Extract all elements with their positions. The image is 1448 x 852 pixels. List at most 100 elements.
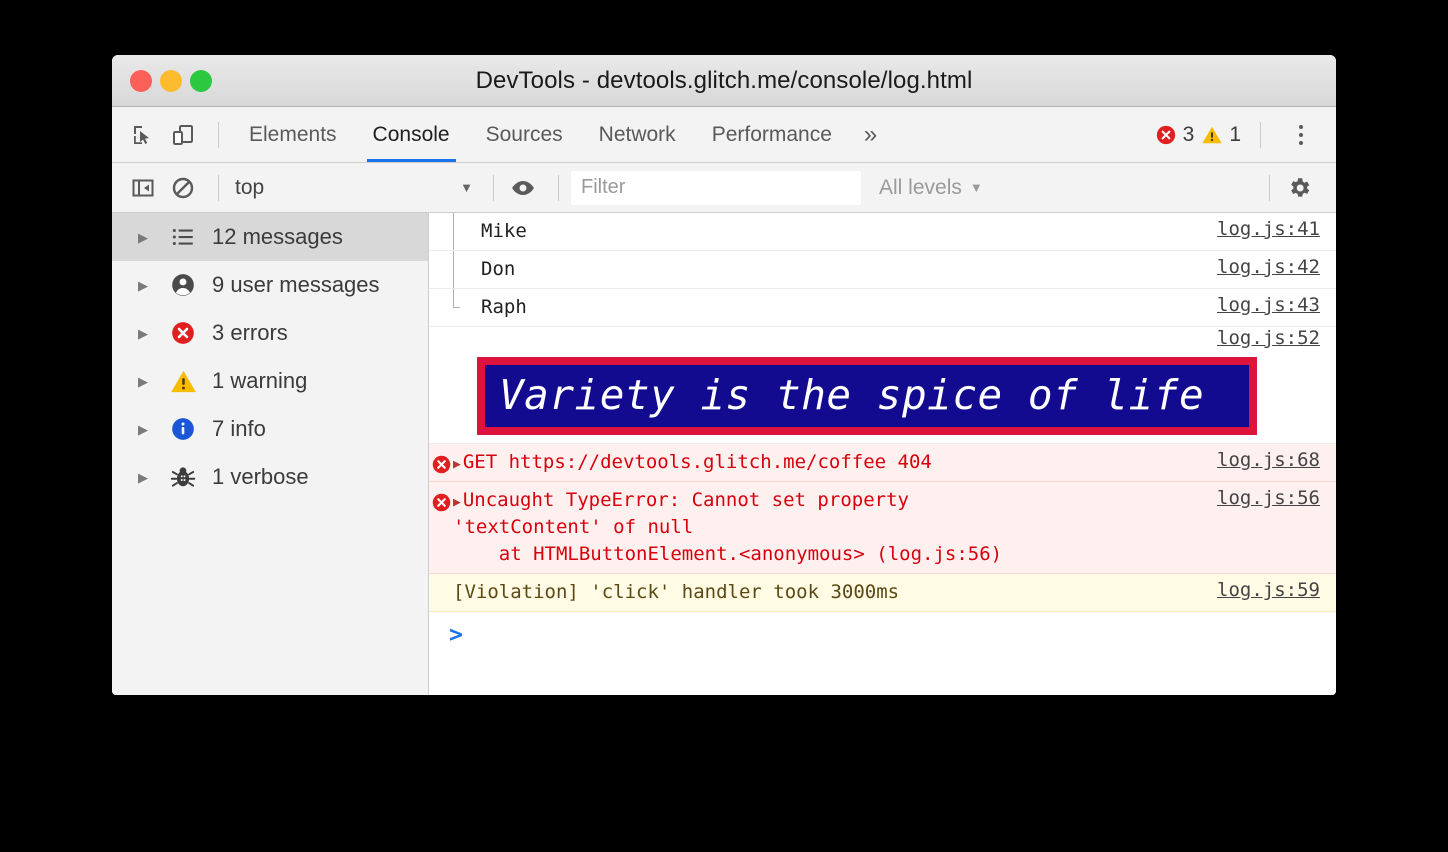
tab-sources[interactable]: Sources: [468, 107, 581, 162]
source-link[interactable]: log.js:42: [1203, 256, 1336, 278]
chevron-right-icon[interactable]: ▶: [138, 327, 156, 340]
prompt-chevron-icon: >: [449, 622, 463, 649]
status-code: 404: [886, 451, 932, 474]
window-title: DevTools - devtools.glitch.me/console/lo…: [475, 66, 973, 94]
devtools-window: DevTools - devtools.glitch.me/console/lo…: [112, 55, 1336, 695]
execution-context-dropdown[interactable]: top ▼: [231, 173, 481, 203]
minimize-window-button[interactable]: [160, 69, 182, 92]
sidebar-item-info[interactable]: ▶ 7 info: [112, 405, 428, 453]
stack-source-link[interactable]: log.js:56: [888, 543, 991, 565]
error-icon: [168, 318, 198, 348]
source-link[interactable]: log.js:56: [1203, 487, 1336, 509]
tab-elements[interactable]: Elements: [231, 107, 355, 162]
row-gutter: [429, 449, 453, 475]
console-settings-group: [1257, 171, 1322, 205]
console-toolbar: top ▼ All levels ▼: [112, 163, 1336, 213]
console-row-log[interactable]: Mike log.js:41: [429, 213, 1336, 251]
chevron-right-icon[interactable]: ▶: [138, 279, 156, 292]
warning-counter[interactable]: 1: [1201, 123, 1241, 147]
filter-input[interactable]: [571, 170, 861, 205]
error-line-1: Uncaught TypeError: Cannot set property: [462, 489, 909, 512]
console-message-text: [Violation] 'click' handler took 3000ms: [453, 581, 900, 604]
window-titlebar: DevTools - devtools.glitch.me/console/lo…: [112, 55, 1336, 107]
row-gutter: [429, 487, 453, 513]
styled-banner: Variety is the spice of life: [477, 357, 1257, 436]
chevron-right-icon[interactable]: ▶: [138, 471, 156, 484]
chevron-right-icon[interactable]: ▶: [138, 231, 156, 244]
warning-icon: [1202, 126, 1222, 143]
console-row-uncaught-error[interactable]: ▶ Uncaught TypeError: Cannot set property…: [429, 482, 1336, 575]
console-row-violation-warning[interactable]: [Violation] 'click' handler took 3000ms …: [429, 574, 1336, 613]
sidebar-toggle-icon[interactable]: [126, 171, 160, 205]
chevron-right-icon[interactable]: ▶: [138, 423, 156, 436]
clear-console-icon[interactable]: [166, 171, 200, 205]
source-link[interactable]: log.js:43: [1203, 294, 1336, 316]
console-toolbar-divider-1: [218, 174, 219, 201]
sidebar-item-label: 12 messages: [212, 224, 343, 249]
group-indent-line: [453, 251, 454, 288]
log-level-dropdown[interactable]: All levels ▼: [879, 176, 983, 200]
console-row-log[interactable]: Raph log.js:43: [429, 289, 1336, 327]
chevron-down-icon: ▼: [460, 180, 473, 195]
console-row-network-error[interactable]: ▶ GET https://devtools.glitch.me/coffee 4…: [429, 444, 1336, 483]
counters-divider: [1260, 121, 1261, 148]
list-icon: [168, 222, 198, 252]
console-message-text: ▶ GET https://devtools.glitch.me/coffee 4…: [453, 449, 1203, 476]
close-window-button[interactable]: [130, 69, 152, 92]
console-message-text: Mike: [481, 220, 527, 242]
live-expression-eye-icon[interactable]: [506, 171, 540, 205]
inspect-element-icon[interactable]: [126, 118, 160, 152]
source-link[interactable]: log.js:68: [1203, 449, 1336, 471]
error-counter[interactable]: 3: [1155, 123, 1194, 147]
window-controls: [130, 69, 212, 92]
request-method: GET: [462, 451, 509, 474]
row-gutter: [429, 294, 453, 297]
sidebar-item-user-messages[interactable]: ▶ 9 user messages: [112, 261, 428, 309]
bug-icon: [168, 462, 198, 492]
toolbar-divider: [218, 121, 219, 148]
console-row-log[interactable]: Don log.js:42: [429, 251, 1336, 289]
request-url-link[interactable]: https://devtools.glitch.me/coffee: [509, 451, 887, 473]
sidebar-item-label: 7 info: [212, 416, 266, 441]
chevron-down-icon: ▼: [969, 180, 983, 195]
devtools-tabbar: Elements Console Sources Network Perform…: [112, 107, 1336, 163]
expand-arrow-icon[interactable]: ▶: [453, 495, 461, 510]
kebab-menu-icon[interactable]: [1284, 118, 1318, 152]
group-indent-line-end: [453, 289, 460, 308]
tab-performance[interactable]: Performance: [694, 107, 850, 162]
execution-context-value: top: [235, 175, 265, 199]
log-level-value: All levels: [879, 175, 962, 199]
error-icon: [1156, 125, 1175, 144]
sidebar-item-verbose[interactable]: ▶ 1 verbose: [112, 453, 428, 501]
maximize-window-button[interactable]: [190, 69, 212, 92]
console-message-list[interactable]: Mike log.js:41 Don log.js:42 Raph log.js…: [429, 213, 1336, 695]
row-gutter: [429, 256, 453, 259]
chevron-right-icon[interactable]: ▶: [138, 375, 156, 388]
expand-arrow-icon[interactable]: ▶: [453, 457, 461, 472]
console-body: ▶ 12 messages ▶ 9 user messages ▶ 3 erro…: [112, 213, 1336, 695]
console-prompt[interactable]: >: [429, 612, 1336, 683]
row-gutter: [429, 579, 453, 582]
gear-icon[interactable]: [1282, 171, 1316, 205]
source-link[interactable]: log.js:52: [1203, 327, 1336, 349]
device-toolbar-icon[interactable]: [166, 118, 200, 152]
error-icon: [432, 494, 450, 512]
styled-banner-text: Variety is the spice of life: [485, 365, 1249, 428]
console-row-styled-banner[interactable]: log.js:52 Variety is the spice of life: [429, 327, 1336, 445]
tab-network[interactable]: Network: [581, 107, 694, 162]
info-icon: [168, 414, 198, 444]
sidebar-item-messages[interactable]: ▶ 12 messages: [112, 213, 428, 261]
issue-counters: 3 1: [1155, 118, 1322, 152]
console-sidebar: ▶ 12 messages ▶ 9 user messages ▶ 3 erro…: [112, 213, 429, 695]
sidebar-item-label: 1 verbose: [212, 464, 309, 489]
tab-console[interactable]: Console: [355, 107, 468, 162]
more-tabs-icon[interactable]: »: [850, 107, 891, 162]
source-link[interactable]: log.js:41: [1203, 218, 1336, 240]
group-indent-line: [453, 213, 454, 250]
sidebar-item-errors[interactable]: ▶ 3 errors: [112, 309, 428, 357]
sidebar-item-warnings[interactable]: ▶ 1 warning: [112, 357, 428, 405]
panel-tabs: Elements Console Sources Network Perform…: [231, 107, 891, 162]
error-stack-prefix: at HTMLButtonElement.<anonymous> (: [453, 543, 888, 566]
source-link[interactable]: log.js:59: [1203, 579, 1336, 601]
console-toolbar-divider-4: [1269, 174, 1270, 201]
